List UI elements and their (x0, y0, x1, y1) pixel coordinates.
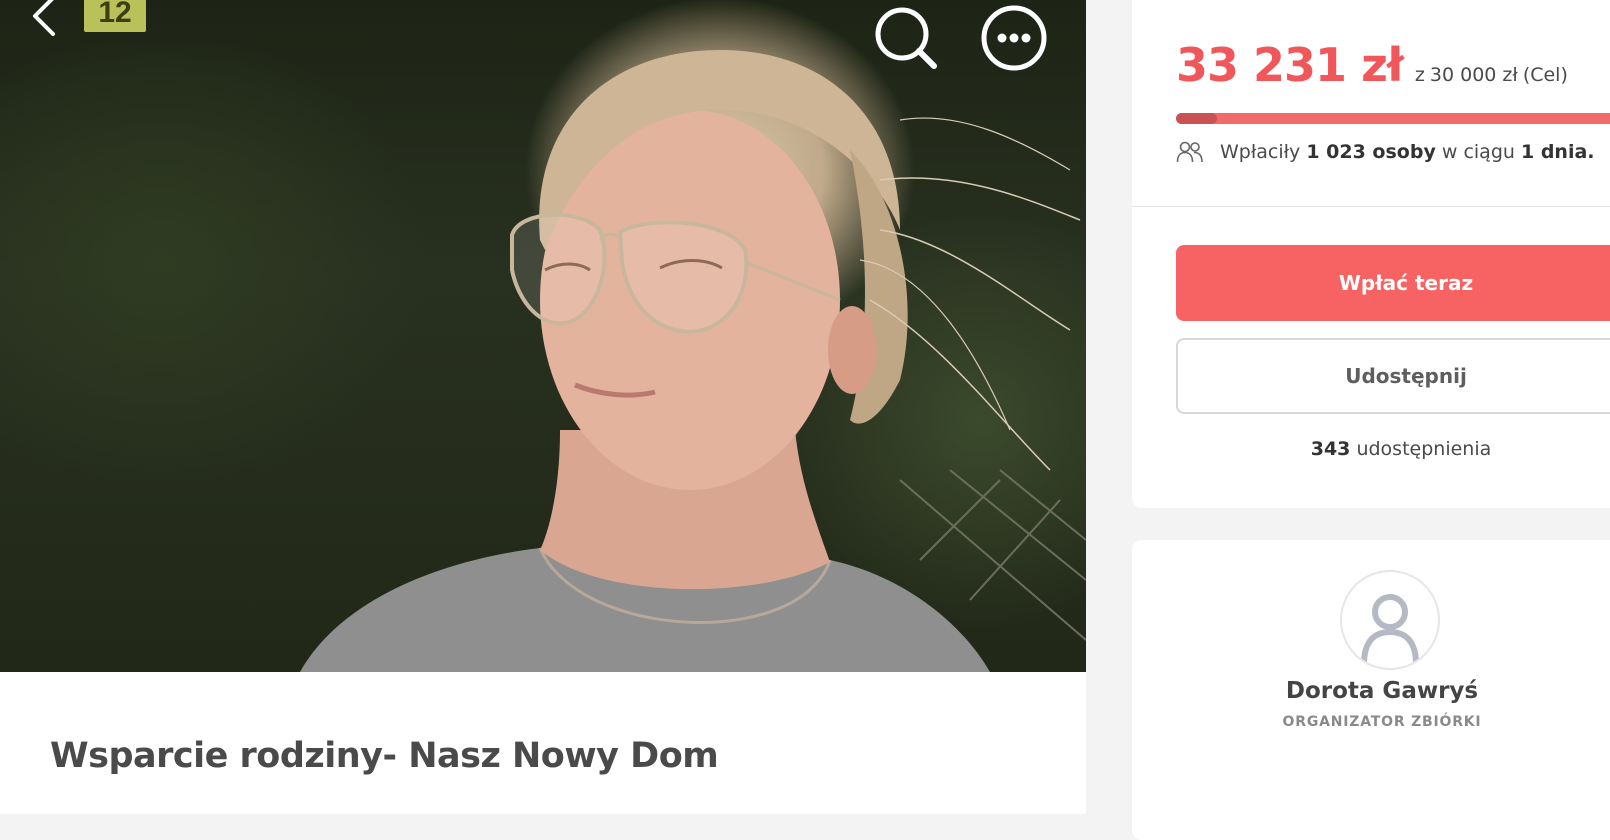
chevron-left-icon (33, 0, 55, 36)
goal-text: z 30 000 zł (Cel) (1415, 64, 1568, 86)
funding-summary: 33 231 zł z 30 000 zł (Cel) (1176, 38, 1568, 92)
organizer-avatar[interactable] (1340, 570, 1440, 670)
people-icon (1176, 141, 1203, 163)
donation-card: 33 231 zł z 30 000 zł (Cel) Wpłaciły 1 023… (1132, 0, 1610, 508)
goal-label: (Cel) (1522, 64, 1568, 86)
goal-amount: 30 000 zł (1429, 64, 1518, 86)
organizer-role: ORGANIZATOR ZBIÓRKI (1282, 714, 1482, 730)
donors-period: 1 dnia. (1520, 141, 1595, 163)
raised-amount: 33 231 zł (1176, 38, 1404, 92)
search-button[interactable] (872, 4, 940, 72)
shares-count: 343 (1310, 438, 1351, 460)
campaign-title: Wsparcie rodziny- Nasz Nowy Dom (50, 736, 719, 776)
share-button[interactable]: Udostępnij (1176, 338, 1610, 414)
goal-prefix: z (1414, 64, 1425, 86)
search-icon (875, 7, 937, 69)
funding-progress-fill (1176, 113, 1217, 124)
donate-now-button[interactable]: Wpłać teraz (1176, 245, 1610, 321)
funding-progress-bar (1176, 113, 1610, 124)
donors-prefix: Wpłaciły (1220, 141, 1301, 163)
campaign-photo[interactable]: 12 (0, 0, 1086, 672)
more-horizontal-icon (981, 5, 1047, 71)
back-button[interactable] (22, 0, 66, 38)
card-divider (1132, 206, 1610, 207)
photo-illustration (300, 50, 1086, 672)
organizer-card: Dorota Gawryś ORGANIZATOR ZBIÓRKI (1132, 540, 1610, 840)
donors-count: 1 023 osoby (1306, 141, 1436, 163)
donors-summary: Wpłaciły 1 023 osoby w ciągu 1 dnia. (1176, 140, 1595, 164)
shares-label: udostępnienia (1356, 438, 1492, 460)
donors-mid: w ciągu (1441, 141, 1515, 163)
organizer-name[interactable]: Dorota Gawryś (1132, 678, 1610, 704)
shares-count-text: 343 udostępnienia (1176, 438, 1610, 460)
user-placeholder-icon (1361, 594, 1419, 665)
photo-counter-badge: 12 (84, 0, 146, 32)
main-column: 12 Wsparcie rodziny- Nasz Nowy Dom (0, 0, 1086, 814)
more-options-button[interactable] (980, 4, 1048, 72)
